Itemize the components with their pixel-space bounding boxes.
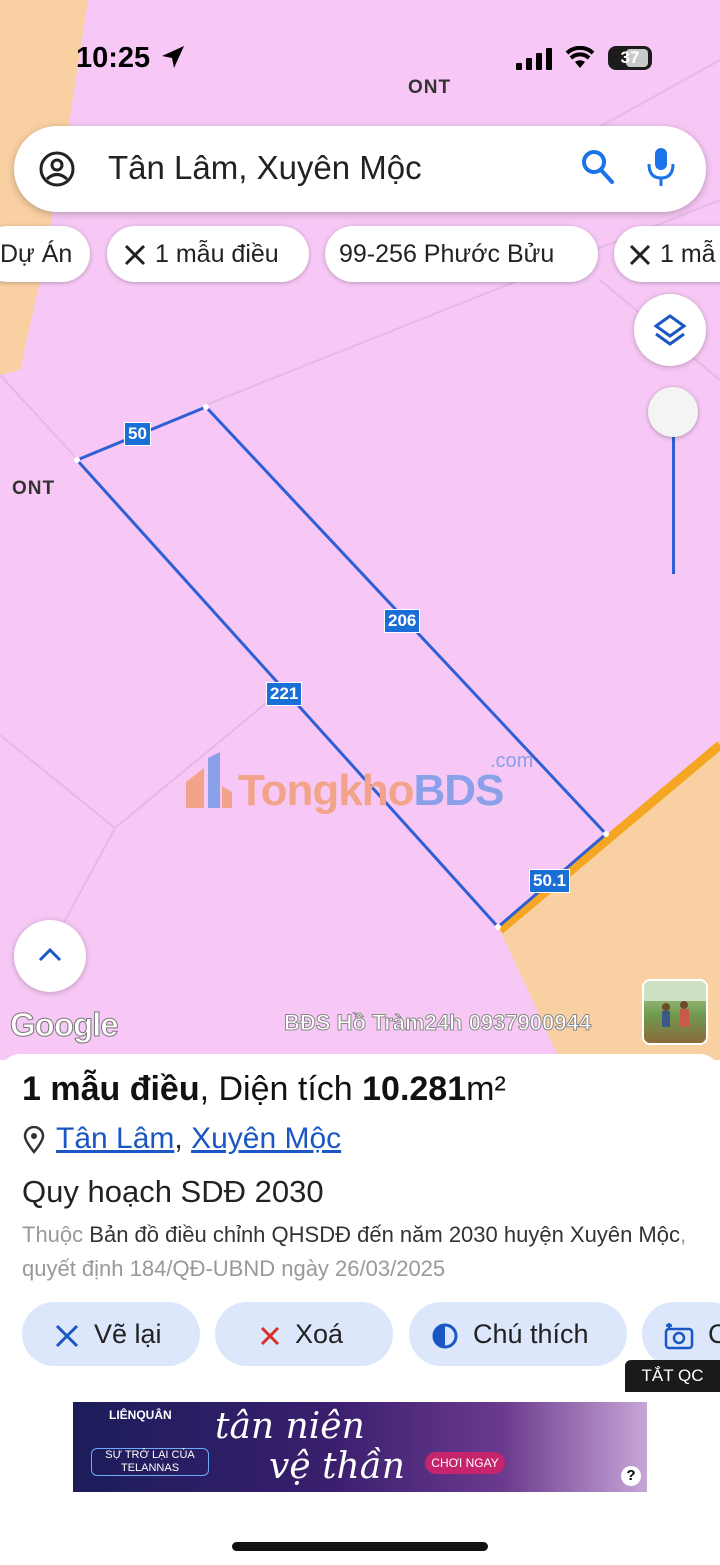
- chip-label: 1 mẫu điều: [155, 240, 279, 268]
- microphone-icon[interactable]: [646, 146, 676, 190]
- zone-label: ONT: [12, 478, 56, 499]
- watermark-logo-icon: [186, 752, 232, 808]
- ad-info-icon[interactable]: ?: [621, 1466, 641, 1486]
- ad-cta-button[interactable]: CHƠI NGAY: [425, 1452, 505, 1474]
- edge-length-label: 50: [124, 422, 151, 446]
- chip-location[interactable]: 99-256 Phước Bửu: [325, 226, 598, 282]
- watermark: TongkhoBDS .com: [182, 750, 552, 820]
- chip-label: 99-256 Phước Bửu: [339, 240, 555, 268]
- search-query[interactable]: Tân Lâm, Xuyên Mộc: [108, 149, 422, 187]
- location-arrow-icon: [162, 46, 184, 68]
- chip-saved-plot-2[interactable]: 1 mẫ: [614, 226, 720, 282]
- people-photo-icon: [644, 981, 706, 1027]
- expand-button[interactable]: [14, 920, 86, 992]
- watermark-suffix: .com: [490, 750, 534, 772]
- measure-icon: [55, 1324, 79, 1347]
- ad-headline-2: vệ thần: [269, 1446, 405, 1487]
- close-icon: [260, 1326, 280, 1345]
- close-ad-button[interactable]: TẮT QC: [625, 1360, 720, 1392]
- ad-subtitle: SỰ TRỞ LẠI CỦA TELANNAS: [91, 1448, 209, 1476]
- status-time: 10:25: [76, 42, 151, 74]
- capture-button[interactable]: C: [642, 1302, 720, 1366]
- layers-button[interactable]: [634, 294, 706, 366]
- capture-label: C: [708, 1319, 720, 1349]
- land-parcel-boundary: [74, 405, 609, 930]
- filter-chips: Dự Án 1 mẫu điều 99-256 Phước Bửu 1 mẫ: [0, 226, 720, 284]
- watermark-text: TongkhoBDS: [238, 766, 504, 815]
- redraw-button[interactable]: Vẽ lại: [22, 1302, 200, 1366]
- opacity-slider-handle[interactable]: [648, 387, 698, 437]
- location-link-district[interactable]: Xuyên Mộc: [191, 1122, 341, 1155]
- plan-title: Quy hoạch SDĐ 2030: [22, 1174, 324, 1209]
- ad-banner[interactable]: LIÊNQUÂN SỰ TRỞ LẠI CỦA TELANNAS tân niê…: [73, 1402, 647, 1492]
- edge-length-label: 221: [266, 682, 303, 706]
- edge-length-label: 206: [384, 609, 421, 633]
- wifi-icon: [565, 46, 595, 68]
- plot-location: Tân Lâm, Xuyên Mộc: [22, 1122, 341, 1156]
- location-pin-icon: [23, 1126, 45, 1155]
- photo-thumbnail[interactable]: [642, 979, 708, 1045]
- chevron-up-icon: [38, 947, 62, 962]
- chip-label: 1 mẫ: [660, 240, 716, 268]
- edge-length-label: 50.1: [529, 869, 571, 893]
- measure-icon: [629, 245, 651, 266]
- chip-label: Dự Án: [0, 240, 73, 268]
- ad-headline-1: tân niên: [215, 1406, 365, 1447]
- chip-saved-plot[interactable]: 1 mẫu điều: [107, 226, 309, 282]
- measure-icon: [124, 245, 146, 266]
- redraw-label: Vẽ lại: [94, 1319, 162, 1349]
- map-view[interactable]: 10:25 37 ONT ONT Tân Lâm, Xuyên Mộc Dự Á…: [0, 0, 720, 1060]
- delete-button[interactable]: Xoá: [215, 1302, 393, 1366]
- status-bar: 10:25 37: [0, 30, 720, 90]
- zone-label: ONT: [408, 77, 452, 98]
- legend-button[interactable]: Chú thích: [409, 1302, 627, 1366]
- delete-label: Xoá: [295, 1319, 344, 1349]
- battery-indicator: 37: [608, 46, 652, 70]
- action-buttons: Vẽ lại Xoá Chú thích C: [0, 1302, 720, 1366]
- chip-du-an[interactable]: Dự Án: [0, 226, 90, 282]
- legend-label: Chú thích: [473, 1319, 589, 1349]
- cellular-signal-icon: [516, 48, 552, 70]
- layers-icon: [653, 314, 687, 346]
- search-icon[interactable]: [580, 148, 616, 186]
- search-bar[interactable]: Tân Lâm, Xuyên Mộc: [14, 126, 706, 212]
- home-indicator[interactable]: [232, 1542, 488, 1551]
- location-link-commune[interactable]: Tân Lâm: [56, 1122, 174, 1155]
- google-logo: Google: [10, 1006, 120, 1044]
- overlay-watermark-text: BĐS Hồ Tràm24h 0937900944: [284, 1010, 591, 1036]
- plot-title: 1 mẫu điều, Diện tích 10.281m²: [22, 1070, 506, 1108]
- camera-icon: [664, 1322, 694, 1350]
- contrast-icon: [432, 1323, 458, 1349]
- account-icon[interactable]: [38, 150, 76, 188]
- ad-brand: LIÊNQUÂN: [109, 1408, 172, 1422]
- plan-description: Thuộc Bản đồ điều chỉnh QHSDĐ đến năm 20…: [22, 1222, 687, 1281]
